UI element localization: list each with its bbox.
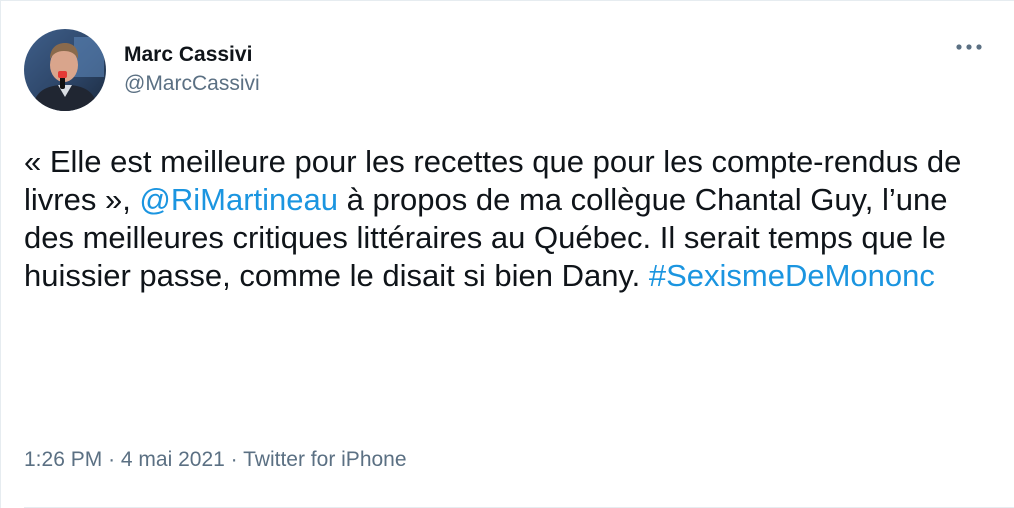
hashtag-link[interactable]: #SexismeDeMononc (649, 258, 935, 293)
meta-separator: · (108, 448, 116, 471)
avatar[interactable] (24, 29, 106, 111)
tweet-text: « Elle est meilleure pour les recettes q… (24, 143, 989, 295)
display-name[interactable]: Marc Cassivi (124, 41, 260, 69)
more-horizontal-icon (956, 44, 982, 50)
tweet-meta: 1:26 PM · 4 mai 2021 · Twitter for iPhon… (24, 444, 407, 476)
tweet-time[interactable]: 1:26 PM (24, 448, 102, 471)
tweet-source[interactable]: Twitter for iPhone (243, 448, 406, 471)
tweet-date[interactable]: 4 mai 2021 (121, 448, 225, 471)
meta-separator: · (230, 448, 238, 471)
tweet-card: Marc Cassivi @MarcCassivi « Elle est mei… (0, 0, 1014, 508)
avatar-photo (24, 29, 106, 111)
user-meta: Marc Cassivi @MarcCassivi (124, 41, 260, 99)
more-options-button[interactable] (954, 37, 984, 57)
mention-link[interactable]: @RiMartineau (139, 182, 338, 217)
tweet-header: Marc Cassivi @MarcCassivi (24, 29, 260, 111)
user-handle[interactable]: @MarcCassivi (124, 69, 260, 99)
